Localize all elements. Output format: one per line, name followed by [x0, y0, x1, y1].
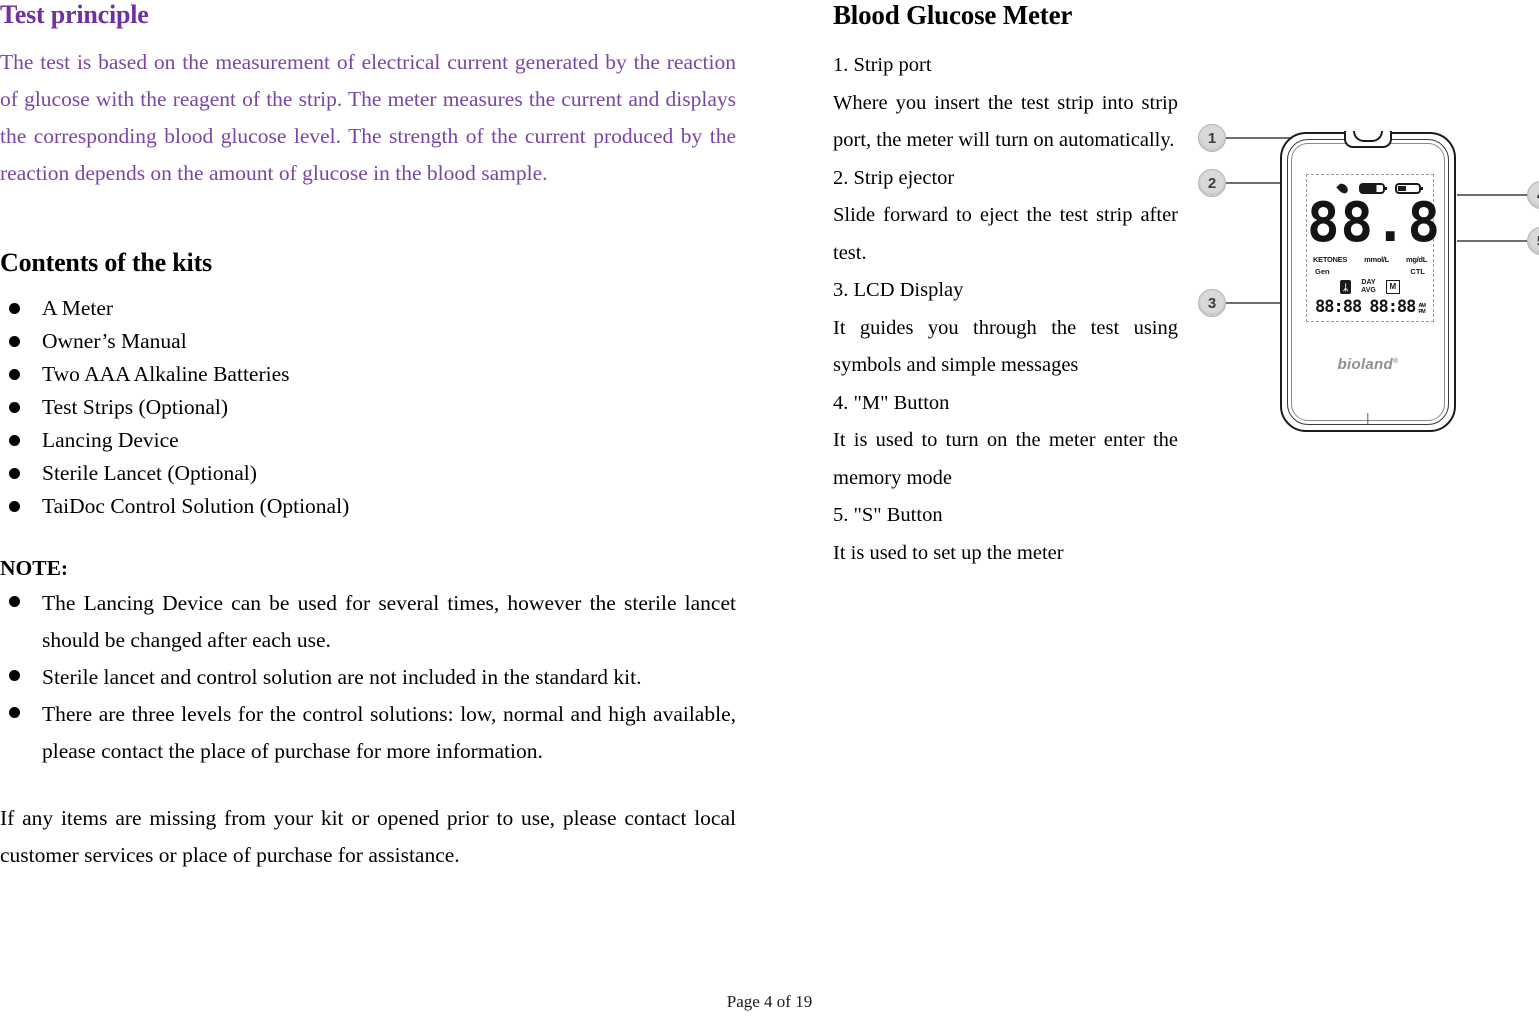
callout-badge-5: 5	[1527, 227, 1539, 255]
bullet-icon	[9, 434, 20, 446]
brand-name: bioland	[1337, 356, 1393, 373]
bullet-icon	[9, 368, 20, 380]
document-page: Test principle The test is based on the …	[0, 0, 1539, 1017]
callout-badge-1: 1	[1198, 124, 1226, 152]
list-item-label: Owner’s Manual	[42, 328, 187, 353]
contents-of-kits-heading: Contents of the kits	[0, 247, 212, 277]
bullet-icon	[9, 669, 20, 681]
list-item: Lancing Device	[0, 424, 736, 457]
strip-port	[1344, 131, 1392, 148]
list-item-label: Lancing Device	[42, 427, 179, 452]
list-item: The Lancing Device can be used for sever…	[0, 585, 736, 659]
page-footer: Page 4 of 19	[726, 992, 813, 1011]
list-item: TaiDoc Control Solution (Optional)	[0, 490, 736, 523]
callout-badge-4: 4	[1527, 181, 1539, 209]
leader-line-5	[1457, 240, 1527, 242]
blood-glucose-meter-diagram: 1 2 3 4 5 88.8 KETONES mmol/L mg/dL	[1190, 112, 1539, 462]
meter-part-3-description: It guides you through the test using sym…	[833, 316, 1178, 377]
lcd-main-reading: 88.8	[1307, 191, 1442, 254]
list-item-label: There are three levels for the control s…	[42, 701, 736, 763]
meter-part-5-heading: 5. "S" Button	[833, 504, 943, 527]
lcd-label-mmol: mmol/L	[1364, 255, 1389, 264]
kit-contents-list: A Meter Owner’s Manual Two AAA Alkaline …	[0, 292, 736, 523]
meter-bottom-seam	[1367, 413, 1369, 424]
lcd-date-value: 88:88	[1315, 297, 1362, 317]
bullet-icon	[9, 302, 20, 314]
blood-glucose-meter-heading: Blood Glucose Meter	[833, 0, 1073, 30]
meter-device-body: 88.8 KETONES mmol/L mg/dL Gen CTL ᛦ DAY …	[1280, 131, 1456, 432]
bullet-icon	[9, 706, 20, 718]
list-item: There are three levels for the control s…	[0, 696, 736, 770]
meter-part-1-heading: 1. Strip port	[833, 54, 932, 77]
lcd-label-ctl: CTL	[1410, 267, 1425, 276]
meter-part-4-heading: 4. "M" Button	[833, 391, 950, 414]
left-column: Test principle The test is based on the …	[0, 0, 736, 874]
note-list: The Lancing Device can be used for sever…	[0, 585, 736, 770]
lcd-label-day: DAY	[1361, 279, 1376, 286]
meter-part-5-description: It is used to set up the meter	[833, 541, 1064, 564]
lcd-unit-labels: KETONES mmol/L mg/dL	[1307, 255, 1433, 264]
list-item: Sterile Lancet (Optional)	[0, 457, 736, 490]
meter-part-2-heading: 2. Strip ejector	[833, 166, 955, 189]
bullet-icon	[9, 467, 20, 479]
lcd-label-avg: AVG	[1361, 286, 1376, 294]
lcd-secondary-labels: Gen CTL	[1307, 267, 1433, 276]
meter-part-4-description: It is used to turn on the meter enter th…	[833, 429, 1178, 489]
leader-line-4	[1457, 194, 1527, 196]
lcd-time-row: 88:88 88:88 AM PM	[1307, 297, 1433, 317]
list-item: A Meter	[0, 292, 736, 325]
brand-logo: bioland®	[1282, 356, 1454, 373]
bullet-icon	[9, 401, 20, 413]
test-principle-paragraph: The test is based on the measurement of …	[0, 49, 736, 185]
closing-paragraph: If any items are missing from your kit o…	[0, 805, 736, 867]
list-item: Two AAA Alkaline Batteries	[0, 358, 736, 391]
lcd-label-ketones: KETONES	[1313, 255, 1348, 264]
meter-part-1-description: Where you insert the test strip into str…	[833, 91, 1178, 152]
bullet-icon	[9, 335, 20, 347]
list-item-label: A Meter	[42, 295, 114, 320]
list-item: Sterile lancet and control solution are …	[0, 659, 736, 696]
registered-trademark-icon: ®	[1392, 358, 1399, 365]
meter-part-2-description: Slide forward to eject the test strip af…	[833, 204, 1178, 264]
list-item-label: Sterile Lancet (Optional)	[42, 460, 257, 485]
lcd-time-value: 88:88	[1369, 297, 1416, 317]
test-principle-heading: Test principle	[0, 0, 149, 29]
list-item: Owner’s Manual	[0, 325, 736, 358]
lcd-label-pm: PM	[1418, 309, 1425, 315]
note-label: NOTE:	[0, 555, 69, 580]
list-item: Test Strips (Optional)	[0, 391, 736, 424]
right-column: Blood Glucose Meter 1. Strip port Where …	[833, 0, 1178, 572]
callout-badge-3: 3	[1198, 289, 1226, 317]
lcd-display: 88.8 KETONES mmol/L mg/dL Gen CTL ᛦ DAY …	[1306, 174, 1442, 322]
list-item-label: The Lancing Device can be used for sever…	[42, 590, 736, 652]
callout-badge-2: 2	[1198, 169, 1226, 197]
list-item-label: Two AAA Alkaline Batteries	[42, 361, 290, 386]
list-item-label: TaiDoc Control Solution (Optional)	[42, 493, 350, 518]
memory-icon: M	[1385, 279, 1400, 294]
list-item-label: Test Strips (Optional)	[42, 394, 229, 419]
bullet-icon	[9, 500, 20, 512]
bullet-icon	[9, 595, 20, 607]
bluetooth-icon: ᛦ	[1340, 279, 1352, 294]
lcd-mode-icons: ᛦ DAY AVG M	[1307, 279, 1433, 294]
lcd-day-average-label: DAY AVG	[1361, 279, 1376, 294]
lcd-label-gen: Gen	[1315, 267, 1330, 276]
lcd-ampm-indicator: AM PM	[1418, 303, 1426, 315]
list-item-label: Sterile lancet and control solution are …	[42, 664, 642, 689]
meter-part-3-heading: 3. LCD Display	[833, 279, 964, 302]
lcd-label-mgdl: mg/dL	[1406, 255, 1427, 264]
